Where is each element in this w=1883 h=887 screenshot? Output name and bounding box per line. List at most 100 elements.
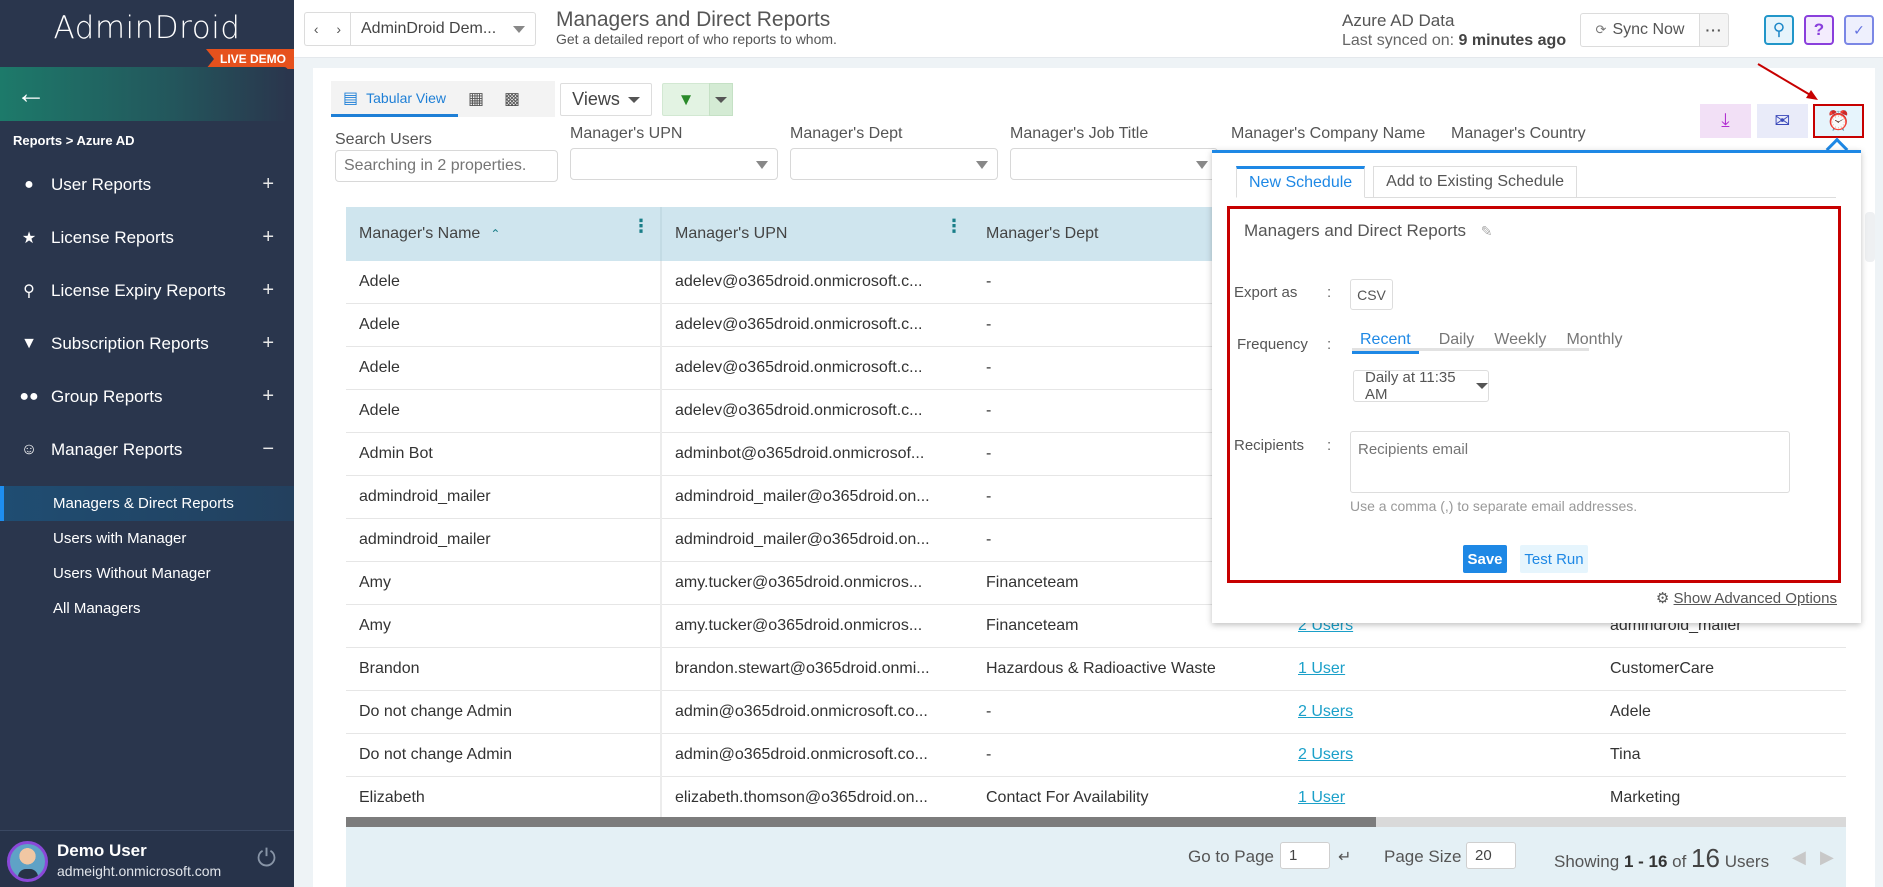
table-cell: adminbot@o365droid.onmicrosof...	[660, 432, 973, 476]
power-icon[interactable]: ⏻	[257, 845, 276, 873]
direct-reports-link[interactable]: 1 User	[1298, 789, 1345, 807]
tab-tabular-view[interactable]: ▤ Tabular View	[331, 81, 459, 117]
sidebar-subitem-users-with-manager[interactable]: Users with Manager	[0, 521, 294, 556]
schedule-button[interactable]: ⏰	[1813, 104, 1864, 138]
page-subtitle: Get a detailed report of who reports to …	[556, 31, 837, 47]
filter-dropdown-toggle[interactable]	[709, 83, 733, 116]
recent-schedule-dropdown[interactable]: Daily at 11:35 AM	[1353, 369, 1489, 403]
save-button[interactable]: Save	[1463, 545, 1507, 573]
table-cell: admin@o365droid.onmicrosoft.co...	[660, 733, 973, 777]
column-menu-icon[interactable]: ⋮	[945, 217, 963, 235]
sidebar-item-user-reports[interactable]: ● User Reports +	[0, 158, 294, 211]
sidebar-item-license-expiry-reports[interactable]: ⚲ License Expiry Reports +	[0, 264, 294, 317]
direct-reports-link[interactable]: 2 Users	[1298, 703, 1353, 721]
table-cell: amy.tucker@o365droid.onmicros...	[660, 561, 973, 605]
table-row[interactable]: Elizabeth elizabeth.thomson@o365droid.on.…	[346, 776, 1846, 820]
expand-icon[interactable]: +	[262, 385, 274, 408]
prev-page-icon[interactable]: ◀	[1792, 847, 1806, 868]
direct-reports-link[interactable]: 2 Users	[1298, 746, 1353, 764]
frequency-tab-daily[interactable]: Daily	[1439, 331, 1475, 351]
table-cell: -	[986, 746, 992, 763]
filter-button[interactable]: ▼	[662, 83, 710, 116]
table-cell: admindroid_mailer@o365droid.on...	[660, 475, 973, 519]
schedule-form: Managers and Direct Reports ✎ Export as …	[1227, 206, 1841, 583]
expand-icon[interactable]: +	[262, 332, 274, 355]
table-cell: adelev@o365droid.onmicrosoft.c...	[660, 260, 973, 304]
enter-icon[interactable]: ↵	[1338, 847, 1351, 867]
column-header-name[interactable]: Manager's Name ⌃ ⋮	[346, 207, 660, 261]
table-cell: 2 Users	[1285, 691, 1597, 734]
colon: :	[1327, 336, 1332, 353]
table-cell: 1 User	[1285, 777, 1597, 820]
summary-view-icon[interactable]: ▦	[458, 89, 494, 109]
top-header: ‹ › AdminDroid Dem... Managers and Direc…	[294, 0, 1883, 58]
app-logo: AdminDroid	[53, 10, 241, 46]
status-button[interactable]: ✓	[1844, 15, 1874, 45]
dept-filter-select[interactable]	[790, 148, 998, 180]
frequency-tab-monthly[interactable]: Monthly	[1566, 331, 1622, 351]
sidebar-item-label: License Reports	[51, 227, 174, 247]
sidebar-item-manager-reports[interactable]: ☺ Manager Reports −	[0, 423, 294, 476]
export-button[interactable]: ⤓	[1700, 104, 1751, 138]
upn-filter-select[interactable]	[570, 148, 778, 180]
tab-label: Tabular View	[366, 89, 447, 106]
horizontal-scrollbar[interactable]	[346, 817, 1846, 827]
table-row[interactable]: Brandon brandon.stewart@o365droid.onmi...…	[346, 647, 1846, 691]
user-profile: Demo User admeight.onmicrosoft.com ⏻	[0, 830, 294, 887]
show-advanced-options[interactable]: ⚙ Show Advanced Options	[1656, 589, 1837, 607]
search-button[interactable]: ⚲	[1764, 15, 1794, 45]
chevron-left-icon[interactable]: ‹	[314, 21, 319, 37]
sidebar-item-license-reports[interactable]: ★ License Reports +	[0, 211, 294, 264]
column-header-upn[interactable]: Manager's UPN ⋮	[660, 207, 973, 261]
sidebar-subitem-managers-direct-reports[interactable]: Managers & Direct Reports	[0, 486, 294, 521]
sort-asc-icon[interactable]: ⌃	[490, 227, 500, 241]
advanced-options-link[interactable]: Show Advanced Options	[1674, 590, 1837, 607]
email-button[interactable]: ✉	[1757, 104, 1808, 138]
job-title-filter-label: Manager's Job Title	[1010, 125, 1149, 142]
chevron-right-icon[interactable]: ›	[336, 21, 341, 37]
recipients-input[interactable]	[1350, 431, 1790, 493]
tab-new-schedule[interactable]: New Schedule	[1236, 166, 1366, 198]
frequency-label: Frequency	[1237, 336, 1308, 353]
table-cell: adelev@o365droid.onmicrosoft.c...	[660, 346, 973, 390]
goto-page-input[interactable]	[1280, 842, 1330, 869]
sidebar-item-group-reports[interactable]: ●● Group Reports +	[0, 370, 294, 423]
sidebar-item-subscription-reports[interactable]: ▼ Subscription Reports +	[0, 317, 294, 370]
expand-icon[interactable]: +	[262, 279, 274, 302]
expand-icon[interactable]: +	[262, 173, 274, 196]
more-options-button[interactable]: ···	[1699, 13, 1729, 47]
chart-view-icon[interactable]: ▩	[494, 89, 530, 109]
collapse-icon[interactable]: −	[262, 438, 274, 461]
export-format-csv[interactable]: CSV	[1350, 279, 1393, 310]
pencil-icon[interactable]: ✎	[1481, 223, 1493, 239]
check-circle-icon: ✓	[1853, 21, 1865, 38]
caret-down-icon	[627, 96, 640, 103]
live-demo-badge: LIVE DEMO	[205, 49, 294, 69]
breadcrumb: Reports > Azure AD	[13, 133, 135, 148]
table-row[interactable]: Do not change Admin admin@o365droid.onmic…	[346, 733, 1846, 777]
next-page-icon[interactable]: ▶	[1820, 847, 1834, 868]
frequency-tab-weekly[interactable]: Weekly	[1494, 331, 1546, 351]
sidebar-subitem-users-without-manager[interactable]: Users Without Manager	[0, 556, 294, 591]
frequency-tab-recent[interactable]: Recent	[1352, 331, 1419, 354]
help-button[interactable]: ?	[1804, 15, 1834, 45]
search-users-input[interactable]	[335, 150, 558, 182]
table-cell: admindroid_mailer	[359, 488, 491, 505]
tab-add-to-existing-schedule[interactable]: Add to Existing Schedule	[1373, 166, 1578, 198]
views-dropdown[interactable]: Views	[560, 83, 652, 116]
sidebar-subitem-all-managers[interactable]: All Managers	[0, 591, 294, 626]
table-row[interactable]: Do not change Admin admin@o365droid.onmic…	[346, 690, 1846, 734]
job-title-filter-select[interactable]	[1010, 148, 1218, 180]
vertical-scrollbar[interactable]	[1865, 212, 1875, 262]
back-button[interactable]: ←	[0, 67, 288, 121]
avatar[interactable]	[7, 841, 48, 882]
direct-reports-link[interactable]: 1 User	[1298, 660, 1345, 678]
column-menu-icon[interactable]: ⋮	[632, 217, 650, 235]
tenant-selector[interactable]: AdminDroid Dem...	[350, 12, 536, 46]
page-size-input[interactable]	[1466, 842, 1516, 869]
expand-icon[interactable]: +	[262, 226, 274, 249]
scrollbar-thumb[interactable]	[346, 817, 1376, 827]
test-run-button[interactable]: Test Run	[1520, 545, 1588, 573]
sync-now-button[interactable]: ⟳ Sync Now	[1580, 13, 1700, 47]
